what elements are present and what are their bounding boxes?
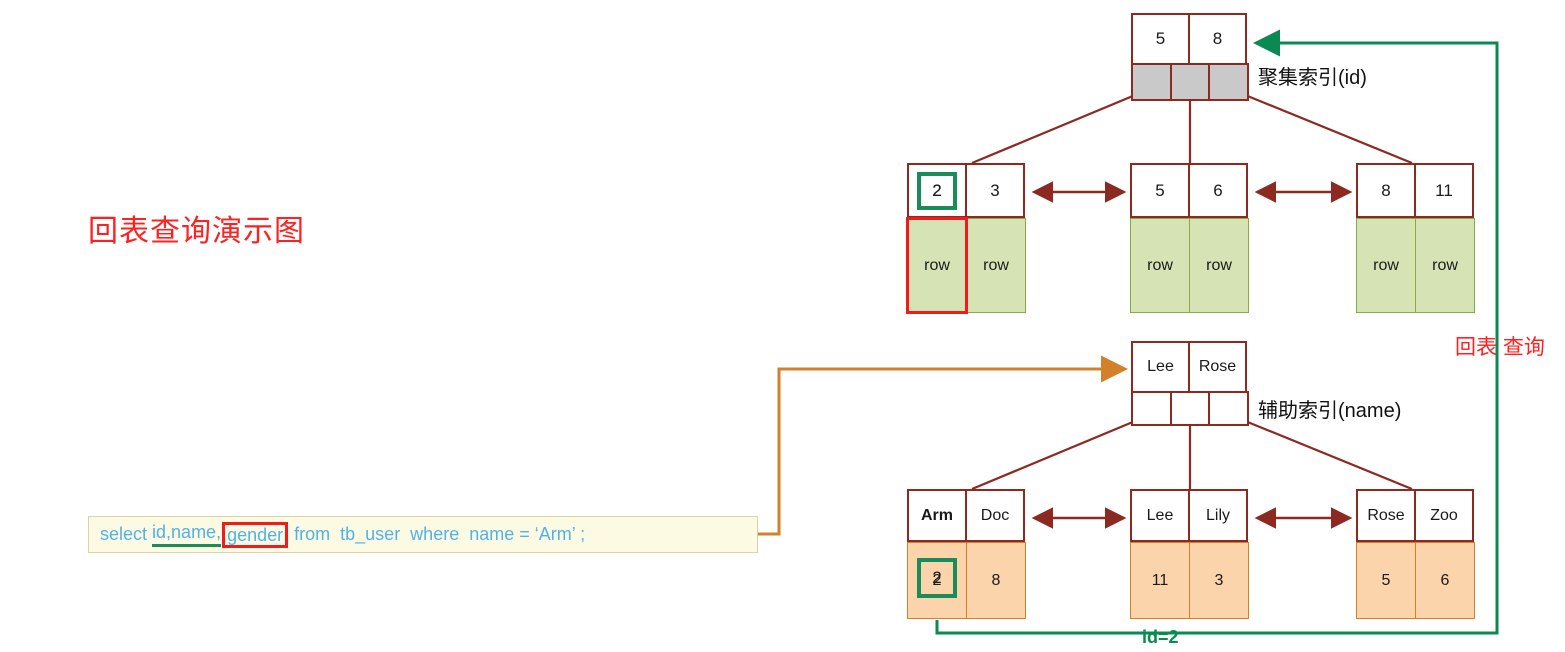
secondary-leaf-1-value-1: 3 xyxy=(1189,542,1249,619)
clustered-leaf-0-row-1: row xyxy=(966,218,1026,313)
secondary-leaf-2-key-0: Rose xyxy=(1356,489,1416,542)
clustered-leaf-2-row-1: row xyxy=(1415,218,1475,313)
sql-keyword-select: select xyxy=(100,524,153,544)
page-title: 回表查询演示图 xyxy=(88,214,305,249)
secondary-root-key-0: Lee xyxy=(1131,341,1190,393)
clustered-key-highlight: 2 xyxy=(917,172,957,210)
diagram-canvas: 回表查询演示图 select id,name, gender from tb_us… xyxy=(0,0,1565,652)
clustered-leaf-node-1[interactable]: 5 6 row row xyxy=(1130,163,1250,313)
clustered-leaf-2-key-0: 8 xyxy=(1356,163,1416,218)
clustered-leaf-1-key-0: 5 xyxy=(1130,163,1190,218)
secondary-root-pointer-0 xyxy=(1131,391,1172,426)
secondary-root-pointer-2 xyxy=(1208,391,1249,426)
clustered-leaf-1-row-1: row xyxy=(1189,218,1249,313)
secondary-leaf-1-key-0: Lee xyxy=(1130,489,1190,542)
clustered-root-pointer-2 xyxy=(1208,63,1249,101)
clustered-leaf-node-2[interactable]: 8 11 row row xyxy=(1356,163,1476,313)
clustered-root-key-1: 8 xyxy=(1188,13,1247,65)
clustered-root-key-0: 5 xyxy=(1131,13,1190,65)
secondary-root-pointer-1 xyxy=(1170,391,1210,426)
sql-statement-box[interactable]: select id,name, gender from tb_user where… xyxy=(88,516,758,553)
sql-uncovered-column: gender xyxy=(222,521,289,548)
secondary-leaf-node-0[interactable]: Arm Doc 2 8 xyxy=(907,489,1027,619)
secondary-leaf-0-value-1: 8 xyxy=(966,542,1026,619)
secondary-leaf-node-2[interactable]: Rose Zoo 5 6 xyxy=(1356,489,1476,619)
clustered-leaf-0-key-1: 3 xyxy=(965,163,1025,218)
secondary-leaf-1-key-1: Lily xyxy=(1188,489,1248,542)
secondary-root-node[interactable]: Lee Rose xyxy=(1131,341,1249,428)
secondary-root-key-1: Rose xyxy=(1188,341,1247,393)
sql-remainder: from tb_user where name = ‘Arm’ ; xyxy=(289,524,586,544)
secondary-leaf-1-value-0: 11 xyxy=(1130,542,1190,619)
clustered-root-node[interactable]: 5 8 xyxy=(1131,13,1249,103)
clustered-root-pointer-1 xyxy=(1170,63,1210,101)
clustered-leaf-2-key-1: 11 xyxy=(1414,163,1474,218)
secondary-leaf-0-key-1: Doc xyxy=(965,489,1025,542)
clustered-leaf-2-row-0: row xyxy=(1356,218,1416,313)
clustered-leaf-1-row-0: row xyxy=(1130,218,1190,313)
secondary-leaf-2-value-0: 5 xyxy=(1356,542,1416,619)
secondary-leaf-2-value-1: 6 xyxy=(1415,542,1475,619)
connector-layer xyxy=(757,29,1499,635)
sql-covered-columns: id,name, xyxy=(152,522,222,547)
clustered-index-label: 聚集索引(id) xyxy=(1258,67,1367,89)
clustered-row-highlight xyxy=(906,217,968,314)
secondary-leaf-0-key-0: Arm xyxy=(907,489,967,542)
id-result-label: id=2 xyxy=(1142,627,1179,647)
lookup-label: 回表 查询 xyxy=(1455,336,1545,359)
secondary-leaf-node-1[interactable]: Lee Lily 11 3 xyxy=(1130,489,1250,619)
clustered-root-pointer-0 xyxy=(1131,63,1172,101)
clustered-leaf-1-key-1: 6 xyxy=(1188,163,1248,218)
secondary-value-highlight: 2 xyxy=(917,558,957,598)
secondary-leaf-2-key-1: Zoo xyxy=(1414,489,1474,542)
secondary-index-label: 辅助索引(name) xyxy=(1258,400,1402,422)
